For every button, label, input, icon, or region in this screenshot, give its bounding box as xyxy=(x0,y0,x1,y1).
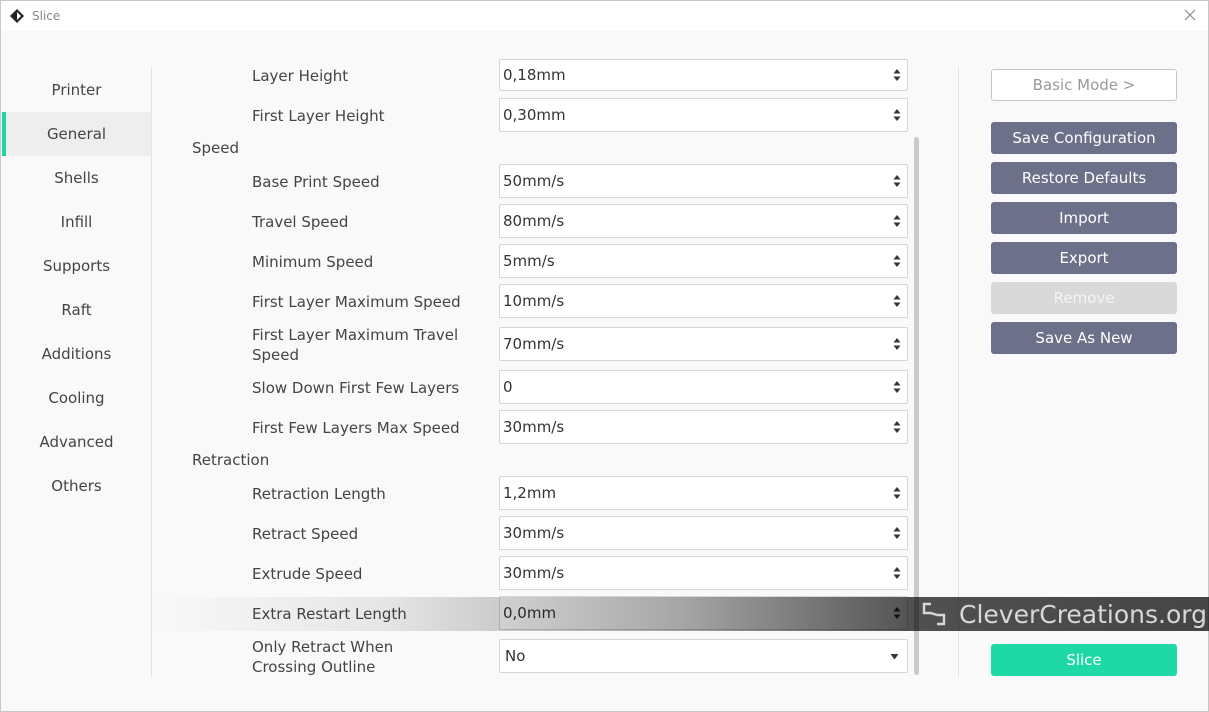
sidebar-item-shells[interactable]: Shells xyxy=(2,156,151,200)
sidebar-item-others[interactable]: Others xyxy=(2,464,151,508)
only-retract-crossing-label: Only Retract When Crossing Outline xyxy=(252,637,482,677)
only-retract-crossing-select[interactable]: No xyxy=(499,639,908,673)
label-line: First Layer Maximum Travel xyxy=(252,326,459,344)
retract-speed-value: 30mm/s xyxy=(503,524,565,542)
extra-restart-length-value: 0,0mm xyxy=(503,604,557,622)
restore-defaults-button[interactable]: Restore Defaults xyxy=(991,162,1177,194)
extrude-speed-label: Extrude Speed xyxy=(252,565,363,583)
spinner-arrows-icon[interactable] xyxy=(893,486,901,500)
slow-down-first-layers-value: 0 xyxy=(503,378,513,396)
sidebar-item-supports[interactable]: Supports xyxy=(2,244,151,288)
sidebar-item-cooling[interactable]: Cooling xyxy=(2,376,151,420)
watermark: CleverCreations.org xyxy=(921,598,1207,630)
first-layer-max-travel-speed-label: First Layer Maximum Travel Speed xyxy=(252,325,482,365)
first-layers-max-speed-label: First Few Layers Max Speed xyxy=(252,419,460,437)
extrude-speed-input[interactable]: 30mm/s xyxy=(499,556,908,590)
sidebar-item-printer[interactable]: Printer xyxy=(2,68,151,112)
retraction-length-value: 1,2mm xyxy=(503,484,557,502)
watermark-text: CleverCreations.org xyxy=(959,599,1207,629)
chevron-down-icon[interactable] xyxy=(890,653,899,660)
first-layer-height-label: First Layer Height xyxy=(252,107,385,125)
first-layers-max-speed-input[interactable]: 30mm/s xyxy=(499,410,908,444)
retract-speed-label: Retract Speed xyxy=(252,525,359,543)
import-button[interactable]: Import xyxy=(991,202,1177,234)
first-layer-max-travel-speed-input[interactable]: 70mm/s xyxy=(499,327,908,361)
first-layers-max-speed-value: 30mm/s xyxy=(503,418,565,436)
sidebar-item-advanced[interactable]: Advanced xyxy=(2,420,151,464)
watermark-logo-icon xyxy=(922,602,946,626)
retract-speed-input[interactable]: 30mm/s xyxy=(499,516,908,550)
spinner-arrows-icon[interactable] xyxy=(893,294,901,308)
first-layer-max-speed-value: 10mm/s xyxy=(503,292,565,310)
retraction-section-header: Retraction xyxy=(192,451,270,469)
sidebar-item-general[interactable]: General xyxy=(2,112,151,156)
travel-speed-label: Travel Speed xyxy=(252,213,349,231)
extrude-speed-value: 30mm/s xyxy=(503,564,565,582)
first-layer-max-speed-input[interactable]: 10mm/s xyxy=(499,284,908,318)
layer-height-label: Layer Height xyxy=(252,67,349,85)
actions-divider xyxy=(958,67,959,677)
spinner-arrows-icon[interactable] xyxy=(893,526,901,540)
layer-height-value: 0,18mm xyxy=(503,66,566,84)
save-as-new-button[interactable]: Save As New xyxy=(991,322,1177,354)
label-line: Only Retract When xyxy=(252,638,394,656)
settings-category-sidebar: Printer General Shells Infill Supports R… xyxy=(2,67,151,677)
travel-speed-input[interactable]: 80mm/s xyxy=(499,204,908,238)
export-button[interactable]: Export xyxy=(991,242,1177,274)
minimum-speed-label: Minimum Speed xyxy=(252,253,374,271)
spinner-arrows-icon[interactable] xyxy=(893,68,901,82)
base-print-speed-label: Base Print Speed xyxy=(252,173,380,191)
basic-mode-button[interactable]: Basic Mode > xyxy=(991,69,1177,101)
layer-height-input[interactable]: 0,18mm xyxy=(499,59,908,91)
base-print-speed-input[interactable]: 50mm/s xyxy=(499,164,908,198)
sidebar-item-raft[interactable]: Raft xyxy=(2,288,151,332)
retraction-length-label: Retraction Length xyxy=(252,485,386,503)
extra-restart-length-label: Extra Restart Length xyxy=(252,605,407,623)
only-retract-crossing-value: No xyxy=(505,647,526,665)
remove-button: Remove xyxy=(991,282,1177,314)
spinner-arrows-icon[interactable] xyxy=(893,420,901,434)
spinner-arrows-icon[interactable] xyxy=(893,380,901,394)
slow-down-first-layers-label: Slow Down First Few Layers xyxy=(252,379,460,397)
base-print-speed-value: 50mm/s xyxy=(503,172,565,190)
travel-speed-value: 80mm/s xyxy=(503,212,565,230)
window-title: Slice xyxy=(32,9,61,23)
retraction-length-input[interactable]: 1,2mm xyxy=(499,476,908,510)
minimum-speed-input[interactable]: 5mm/s xyxy=(499,244,908,278)
spinner-arrows-icon[interactable] xyxy=(893,566,901,580)
settings-panel: Layer Height 0,18mm First Layer Height 0… xyxy=(152,59,922,679)
first-layer-max-travel-speed-value: 70mm/s xyxy=(503,335,565,353)
sidebar-item-additions[interactable]: Additions xyxy=(2,332,151,376)
spinner-arrows-icon[interactable] xyxy=(893,108,901,122)
close-icon[interactable] xyxy=(1182,7,1198,23)
extra-restart-length-input[interactable]: 0,0mm xyxy=(499,596,908,630)
minimum-speed-value: 5mm/s xyxy=(503,252,555,270)
label-line: Crossing Outline xyxy=(252,658,376,676)
settings-scrollbar[interactable] xyxy=(914,137,919,675)
speed-section-header: Speed xyxy=(192,139,240,157)
first-layer-height-input[interactable]: 0,30mm xyxy=(499,98,908,132)
slice-window: Slice Printer General Shells Infill Supp… xyxy=(0,0,1209,712)
first-layer-max-speed-label: First Layer Maximum Speed xyxy=(252,293,461,311)
first-layer-height-value: 0,30mm xyxy=(503,106,566,124)
spinner-arrows-icon[interactable] xyxy=(893,337,901,351)
sidebar-item-infill[interactable]: Infill xyxy=(2,200,151,244)
label-line: Speed xyxy=(252,346,300,364)
app-logo-icon xyxy=(10,9,24,23)
save-configuration-button[interactable]: Save Configuration xyxy=(991,122,1177,154)
spinner-arrows-icon[interactable] xyxy=(893,214,901,228)
title-bar: Slice xyxy=(1,1,1208,31)
spinner-arrows-icon[interactable] xyxy=(893,174,901,188)
slow-down-first-layers-input[interactable]: 0 xyxy=(499,370,908,404)
slice-button[interactable]: Slice xyxy=(991,644,1177,676)
spinner-arrows-icon[interactable] xyxy=(893,254,901,268)
spinner-arrows-icon[interactable] xyxy=(893,606,901,620)
